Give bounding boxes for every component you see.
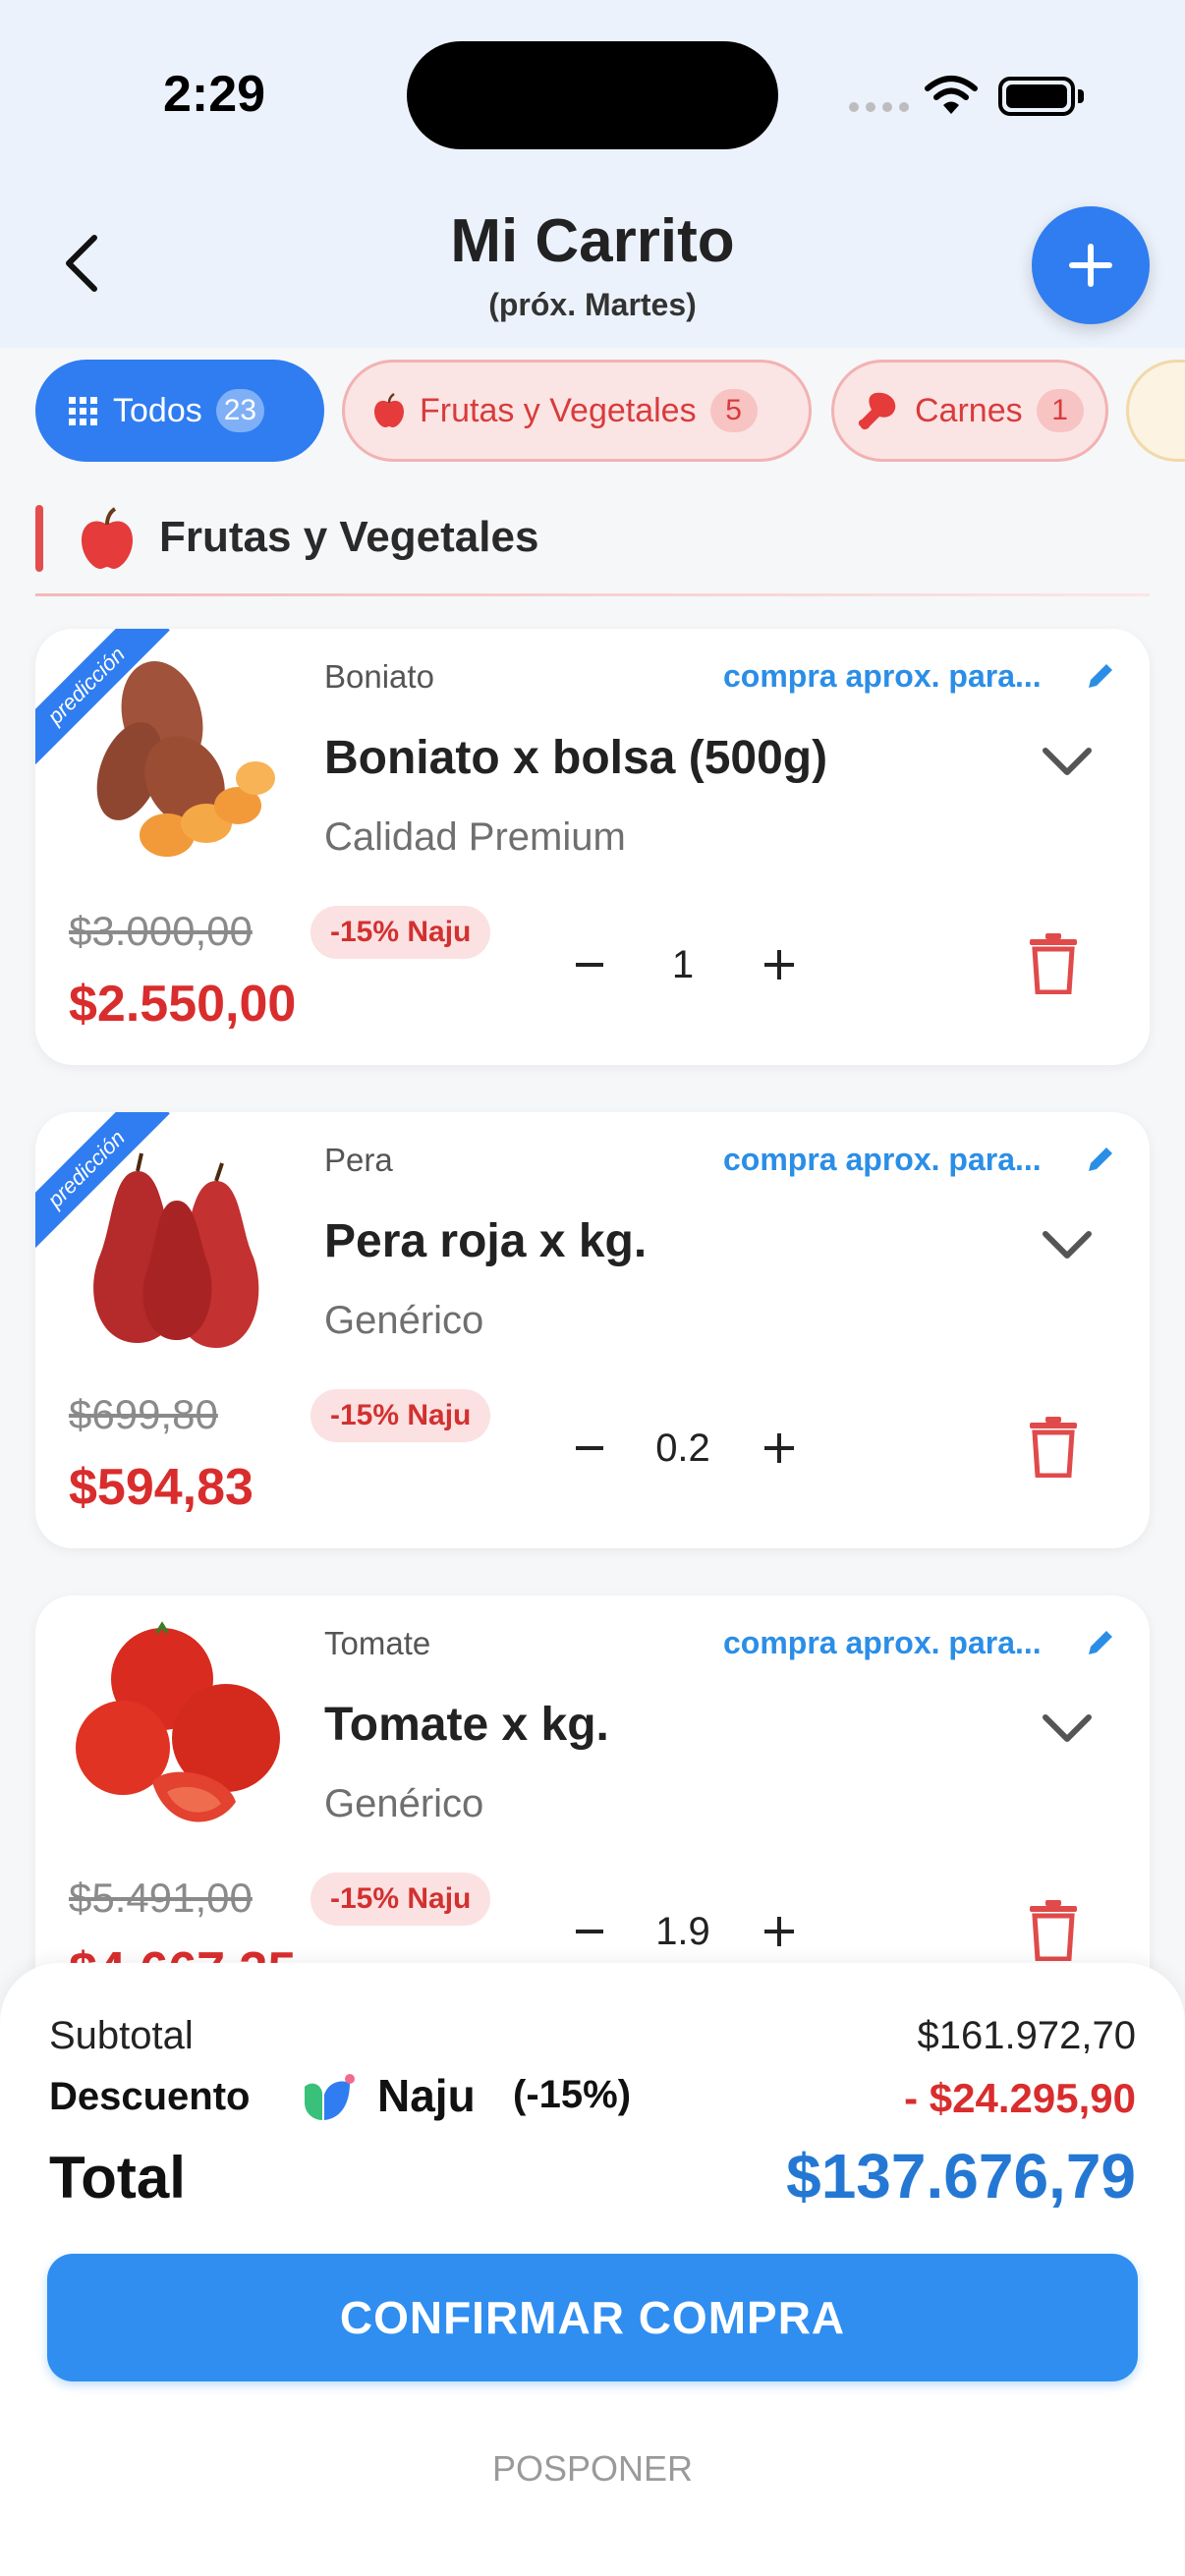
chip-label: Todos xyxy=(113,391,202,429)
add-item-button[interactable] xyxy=(1032,206,1150,324)
cart-screen: { "status_bar": {"time": "2:29"}, "heade… xyxy=(0,0,1185,2576)
checkout-summary-sheet: Subtotal $161.972,70 Descuento Naju (-15… xyxy=(0,1963,1185,2576)
pencil-icon[interactable] xyxy=(1085,660,1116,692)
chip-next-partial[interactable] xyxy=(1126,360,1185,462)
postpone-button[interactable]: POSPONER xyxy=(0,2448,1185,2490)
category-filter-bar: Todos 23 Frutas y Vegetales 5 Carnes 1 xyxy=(0,358,1185,466)
battery-icon xyxy=(998,77,1075,116)
section-title: Frutas y Vegetales xyxy=(159,513,539,561)
total-label: Total xyxy=(49,2145,186,2211)
cart-item-card[interactable]: predicción Pera compra aprox. para... Pe… xyxy=(35,1112,1150,1548)
pencil-icon[interactable] xyxy=(1085,1627,1116,1658)
status-time: 2:29 xyxy=(163,66,266,123)
chip-label: Carnes xyxy=(915,391,1023,429)
tomato-image xyxy=(76,1621,280,1822)
discount-badge: -15% Naju xyxy=(310,1873,491,1926)
section-divider xyxy=(35,593,1150,596)
prediction-link[interactable]: compra aprox. para... xyxy=(723,658,1042,695)
increase-button[interactable] xyxy=(757,1902,800,1961)
discount-brand: Naju xyxy=(377,2070,476,2121)
product-category: Boniato xyxy=(324,658,434,695)
page-subtitle: (próx. Martes) xyxy=(488,287,697,322)
discounted-price: $594,83 xyxy=(69,1459,254,1516)
discount-percent: (-15%) xyxy=(513,2073,632,2116)
product-variant: Genérico xyxy=(324,1782,484,1825)
original-price: $5.491,00 xyxy=(69,1875,253,1921)
original-price: $699,80 xyxy=(69,1391,218,1437)
trash-icon[interactable] xyxy=(1028,933,1079,994)
prediction-link[interactable]: compra aprox. para... xyxy=(723,1625,1042,1661)
wifi-icon xyxy=(925,76,978,114)
product-name: Pera roja x kg. xyxy=(324,1215,648,1267)
decrease-button[interactable] xyxy=(566,935,609,994)
cart-item-card[interactable]: predicción Boniato compra aprox. para...… xyxy=(35,629,1150,1065)
signal-dots-icon xyxy=(849,102,909,112)
trash-icon[interactable] xyxy=(1028,1417,1079,1478)
product-variant: Genérico xyxy=(324,1299,484,1342)
chip-carnes[interactable]: Carnes 1 xyxy=(831,360,1108,462)
prediction-link[interactable]: compra aprox. para... xyxy=(723,1142,1042,1178)
chip-count: 1 xyxy=(1036,389,1084,432)
total-value: $137.676,79 xyxy=(786,2141,1136,2212)
discount-badge: -15% Naju xyxy=(310,906,491,959)
chip-label: Frutas y Vegetales xyxy=(420,391,697,429)
section-accent-bar xyxy=(35,505,43,572)
app-header: 2:29 Mi Carrito (próx. Martes) xyxy=(0,0,1185,348)
page-title: Mi Carrito xyxy=(450,207,735,275)
battery-tip xyxy=(1078,89,1084,103)
chip-count: 5 xyxy=(709,389,758,432)
chevron-down-icon[interactable] xyxy=(1040,1226,1095,1265)
chip-count: 23 xyxy=(215,389,265,432)
grid-icon xyxy=(69,396,97,425)
decrease-button[interactable] xyxy=(566,1902,609,1961)
chevron-down-icon[interactable] xyxy=(1040,1709,1095,1749)
quantity-stepper: 1.9 xyxy=(566,1902,841,1961)
quantity-value: 1 xyxy=(671,942,695,986)
discount-label: Descuento xyxy=(49,2075,251,2118)
quantity-value: 1.9 xyxy=(655,1909,710,1953)
discount-value: - $24.295,90 xyxy=(904,2075,1136,2121)
naju-logo-icon xyxy=(305,2074,355,2120)
quantity-stepper: 1 xyxy=(566,935,841,994)
quantity-stepper: 0.2 xyxy=(566,1419,841,1478)
product-name: Tomate x kg. xyxy=(324,1699,609,1751)
pencil-icon[interactable] xyxy=(1085,1144,1116,1175)
original-price: $3.000,00 xyxy=(69,908,253,954)
subtotal-value: $161.972,70 xyxy=(917,2014,1136,2057)
confirm-purchase-button[interactable]: CONFIRMAR COMPRA xyxy=(47,2254,1138,2381)
apple-icon xyxy=(82,507,133,569)
increase-button[interactable] xyxy=(757,1419,800,1478)
product-variant: Calidad Premium xyxy=(324,815,626,859)
meat-icon xyxy=(858,392,896,429)
dynamic-island xyxy=(407,41,778,149)
chip-todos[interactable]: Todos 23 xyxy=(35,360,324,462)
product-name: Boniato x bolsa (500g) xyxy=(324,732,828,784)
section-header: Frutas y Vegetales xyxy=(35,499,1150,597)
discounted-price: $2.550,00 xyxy=(69,976,297,1033)
quantity-value: 0.2 xyxy=(655,1426,710,1470)
chip-frutas-y-vegetales[interactable]: Frutas y Vegetales 5 xyxy=(342,360,812,462)
apple-icon xyxy=(374,393,404,427)
increase-button[interactable] xyxy=(757,935,800,994)
decrease-button[interactable] xyxy=(566,1419,609,1478)
subtotal-label: Subtotal xyxy=(49,2014,194,2057)
chevron-down-icon[interactable] xyxy=(1040,743,1095,782)
trash-icon[interactable] xyxy=(1028,1900,1079,1961)
product-category: Pera xyxy=(324,1142,393,1178)
discount-badge: -15% Naju xyxy=(310,1389,491,1442)
product-category: Tomate xyxy=(324,1625,431,1661)
